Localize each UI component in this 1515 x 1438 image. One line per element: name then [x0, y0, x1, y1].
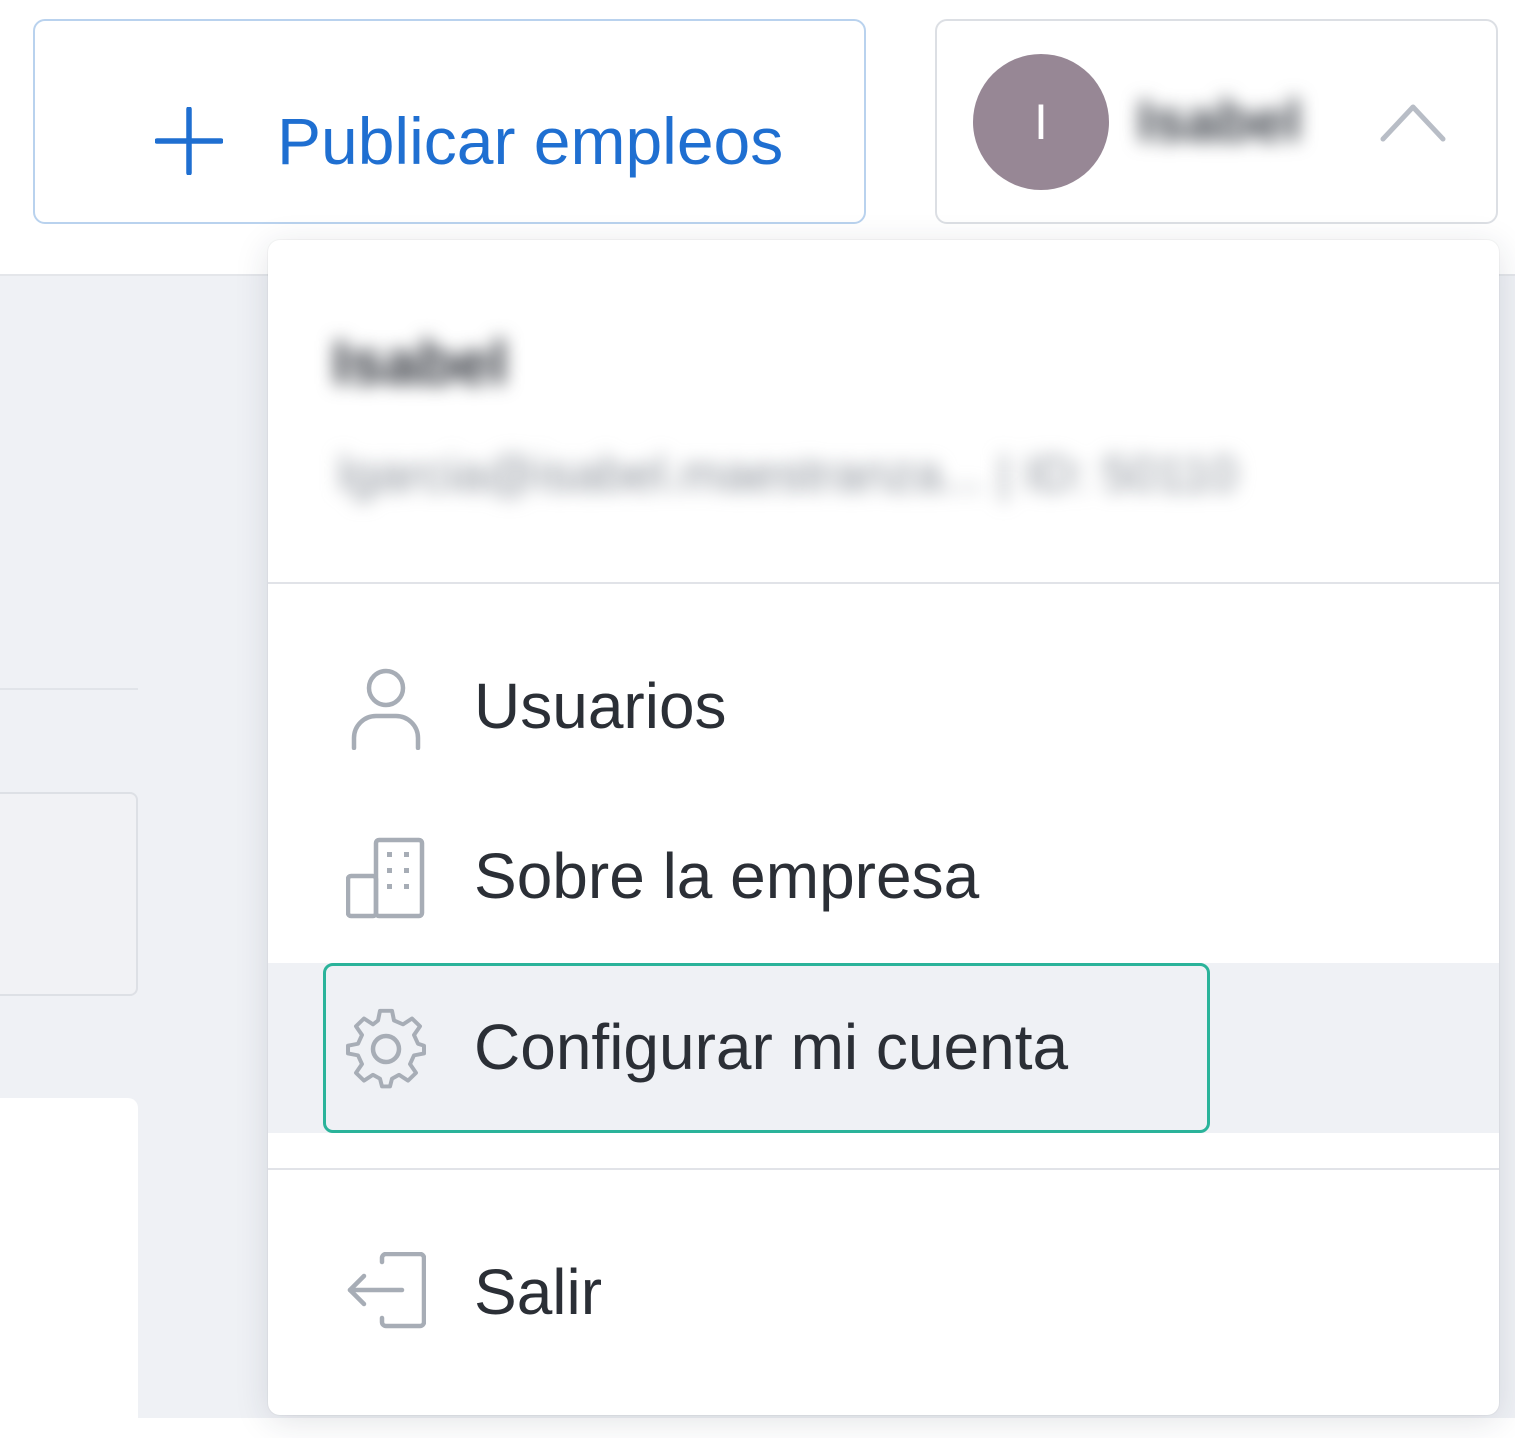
menu-item-salir[interactable]: Salir: [268, 1208, 1499, 1378]
user-icon: [351, 668, 421, 750]
menu-item-label: Salir: [474, 1256, 603, 1328]
menu-item-usuarios[interactable]: Usuarios: [268, 622, 1499, 792]
menu-item-configurar-mi-cuenta[interactable]: Configurar mi cuenta: [268, 963, 1499, 1133]
menu-divider: [268, 582, 1499, 584]
publish-jobs-button[interactable]: Publicar empleos: [33, 19, 866, 224]
menu-divider: [268, 1168, 1499, 1170]
background-input-box: [0, 792, 138, 996]
plus-icon: [155, 107, 223, 175]
avatar: I: [973, 54, 1109, 190]
menu-item-label: Configurar mi cuenta: [474, 1011, 1069, 1083]
dropdown-user-name: Isabel: [332, 329, 508, 398]
dropdown-user-email: lgarcia@isabel.maestranza... | ID: 50110: [338, 446, 1238, 502]
user-dropdown-menu: Isabel lgarcia@isabel.maestranza... | ID…: [268, 240, 1499, 1415]
user-menu-button[interactable]: I Isabel: [935, 19, 1498, 224]
publish-jobs-label: Publicar empleos: [277, 104, 784, 178]
background-divider: [0, 688, 138, 690]
gear-icon: [346, 1008, 426, 1089]
background-card: [0, 1098, 138, 1438]
menu-item-label: Usuarios: [474, 670, 727, 742]
building-icon: [346, 837, 425, 919]
menu-item-label: Sobre la empresa: [474, 840, 980, 912]
chevron-up-icon: [1380, 104, 1446, 142]
menu-item-sobre-la-empresa[interactable]: Sobre la empresa: [268, 792, 1499, 962]
logout-icon: [347, 1252, 426, 1329]
user-name-label: Isabel: [1137, 89, 1302, 154]
